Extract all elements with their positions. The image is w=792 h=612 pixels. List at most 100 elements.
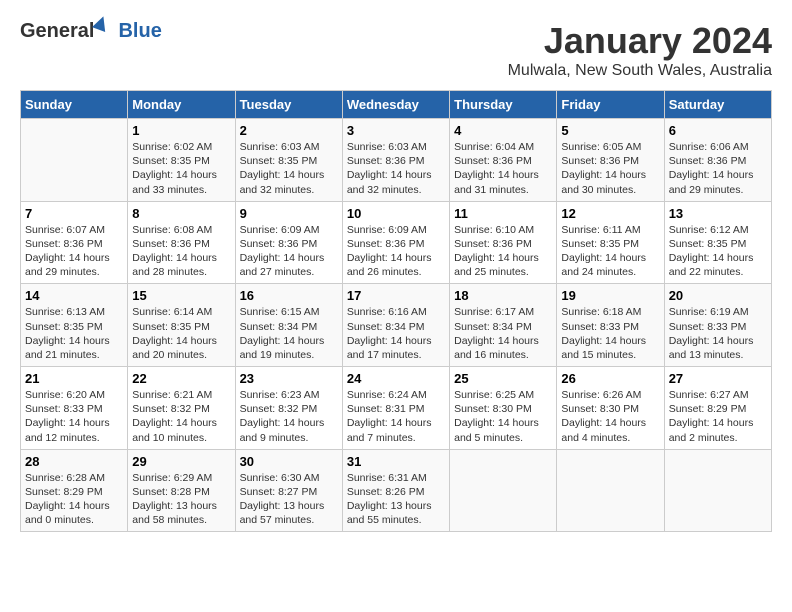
calendar-cell: 31Sunrise: 6:31 AM Sunset: 8:26 PM Dayli… — [342, 449, 449, 532]
day-info: Sunrise: 6:14 AM Sunset: 8:35 PM Dayligh… — [132, 305, 230, 362]
calendar-cell: 30Sunrise: 6:30 AM Sunset: 8:27 PM Dayli… — [235, 449, 342, 532]
calendar-cell: 14 Sunrise: 6:13 AM Sunset: 8:35 PM Dayli… — [21, 284, 128, 367]
day-info: Sunrise: 6:28 AM Sunset: 8:29 PM Dayligh… — [25, 471, 123, 528]
day-number: 11 — [454, 206, 552, 221]
calendar-cell: 13 Sunrise: 6:12 AM Sunset: 8:35 PM Dayli… — [664, 201, 771, 284]
calendar-cell: 16Sunrise: 6:15 AM Sunset: 8:34 PM Dayli… — [235, 284, 342, 367]
col-sunday: Sunday — [21, 91, 128, 119]
calendar-cell: 25 Sunrise: 6:25 AM Sunset: 8:30 PM Dayli… — [450, 367, 557, 450]
day-number: 13 — [669, 206, 767, 221]
calendar-cell: 22Sunrise: 6:21 AM Sunset: 8:32 PM Dayli… — [128, 367, 235, 450]
calendar-cell: 3 Sunrise: 6:03 AM Sunset: 8:36 PM Daylig… — [342, 119, 449, 202]
day-number: 9 — [240, 206, 338, 221]
day-number: 4 — [454, 123, 552, 138]
calendar-cell: 1 Sunrise: 6:02 AM Sunset: 8:35 PM Daylig… — [128, 119, 235, 202]
day-info: Sunrise: 6:26 AM Sunset: 8:30 PM Dayligh… — [561, 388, 659, 445]
calendar-cell: 23 Sunrise: 6:23 AM Sunset: 8:32 PM Dayli… — [235, 367, 342, 450]
day-info: Sunrise: 6:17 AM Sunset: 8:34 PM Dayligh… — [454, 305, 552, 362]
title-block: January 2024 Mulwala, New South Wales, A… — [508, 20, 772, 80]
col-friday: Friday — [557, 91, 664, 119]
calendar-week-row: 1 Sunrise: 6:02 AM Sunset: 8:35 PM Daylig… — [21, 119, 772, 202]
day-number: 1 — [132, 123, 230, 138]
day-number: 25 — [454, 371, 552, 386]
day-number: 21 — [25, 371, 123, 386]
calendar-cell: 26 Sunrise: 6:26 AM Sunset: 8:30 PM Dayli… — [557, 367, 664, 450]
day-info: Sunrise: 6:06 AM Sunset: 8:36 PM Dayligh… — [669, 140, 767, 197]
calendar-cell: 17 Sunrise: 6:16 AM Sunset: 8:34 PM Dayli… — [342, 284, 449, 367]
day-number: 22 — [132, 371, 230, 386]
calendar-cell: 4 Sunrise: 6:04 AM Sunset: 8:36 PM Daylig… — [450, 119, 557, 202]
day-number: 6 — [669, 123, 767, 138]
day-info: Sunrise: 6:29 AM Sunset: 8:28 PM Dayligh… — [132, 471, 230, 528]
day-info: Sunrise: 6:10 AM Sunset: 8:36 PM Dayligh… — [454, 223, 552, 280]
calendar-table: Sunday Monday Tuesday Wednesday Thursday… — [20, 90, 772, 532]
day-info: Sunrise: 6:20 AM Sunset: 8:33 PM Dayligh… — [25, 388, 123, 445]
col-monday: Monday — [128, 91, 235, 119]
calendar-cell: 21 Sunrise: 6:20 AM Sunset: 8:33 PM Dayli… — [21, 367, 128, 450]
day-info: Sunrise: 6:27 AM Sunset: 8:29 PM Dayligh… — [669, 388, 767, 445]
day-info: Sunrise: 6:19 AM Sunset: 8:33 PM Dayligh… — [669, 305, 767, 362]
day-number: 24 — [347, 371, 445, 386]
calendar-week-row: 7Sunrise: 6:07 AM Sunset: 8:36 PM Daylig… — [21, 201, 772, 284]
calendar-cell: 9 Sunrise: 6:09 AM Sunset: 8:36 PM Daylig… — [235, 201, 342, 284]
day-number: 10 — [347, 206, 445, 221]
logo: General Blue — [20, 20, 162, 43]
col-thursday: Thursday — [450, 91, 557, 119]
col-wednesday: Wednesday — [342, 91, 449, 119]
day-info: Sunrise: 6:13 AM Sunset: 8:35 PM Dayligh… — [25, 305, 123, 362]
day-info: Sunrise: 6:09 AM Sunset: 8:36 PM Dayligh… — [347, 223, 445, 280]
day-number: 27 — [669, 371, 767, 386]
day-number: 14 — [25, 288, 123, 303]
calendar-cell: 20 Sunrise: 6:19 AM Sunset: 8:33 PM Dayli… — [664, 284, 771, 367]
calendar-cell: 2Sunrise: 6:03 AM Sunset: 8:35 PM Daylig… — [235, 119, 342, 202]
day-info: Sunrise: 6:04 AM Sunset: 8:36 PM Dayligh… — [454, 140, 552, 197]
day-number: 18 — [454, 288, 552, 303]
day-number: 15 — [132, 288, 230, 303]
day-info: Sunrise: 6:31 AM Sunset: 8:26 PM Dayligh… — [347, 471, 445, 528]
calendar-week-row: 28 Sunrise: 6:28 AM Sunset: 8:29 PM Dayli… — [21, 449, 772, 532]
calendar-cell: 12Sunrise: 6:11 AM Sunset: 8:35 PM Dayli… — [557, 201, 664, 284]
day-number: 7 — [25, 206, 123, 221]
day-info: Sunrise: 6:23 AM Sunset: 8:32 PM Dayligh… — [240, 388, 338, 445]
day-number: 23 — [240, 371, 338, 386]
header-row: Sunday Monday Tuesday Wednesday Thursday… — [21, 91, 772, 119]
day-number: 17 — [347, 288, 445, 303]
day-number: 3 — [347, 123, 445, 138]
day-info: Sunrise: 6:08 AM Sunset: 8:36 PM Dayligh… — [132, 223, 230, 280]
day-number: 20 — [669, 288, 767, 303]
day-number: 19 — [561, 288, 659, 303]
page-header: General Blue January 2024 Mulwala, New S… — [20, 20, 772, 80]
day-info: Sunrise: 6:11 AM Sunset: 8:35 PM Dayligh… — [561, 223, 659, 280]
day-info: Sunrise: 6:09 AM Sunset: 8:36 PM Dayligh… — [240, 223, 338, 280]
calendar-cell: 6 Sunrise: 6:06 AM Sunset: 8:36 PM Daylig… — [664, 119, 771, 202]
day-info: Sunrise: 6:24 AM Sunset: 8:31 PM Dayligh… — [347, 388, 445, 445]
calendar-cell: 10 Sunrise: 6:09 AM Sunset: 8:36 PM Dayli… — [342, 201, 449, 284]
day-info: Sunrise: 6:18 AM Sunset: 8:33 PM Dayligh… — [561, 305, 659, 362]
day-info: Sunrise: 6:05 AM Sunset: 8:36 PM Dayligh… — [561, 140, 659, 197]
day-info: Sunrise: 6:12 AM Sunset: 8:35 PM Dayligh… — [669, 223, 767, 280]
calendar-cell: 19 Sunrise: 6:18 AM Sunset: 8:33 PM Dayli… — [557, 284, 664, 367]
day-number: 30 — [240, 454, 338, 469]
calendar-cell: 11 Sunrise: 6:10 AM Sunset: 8:36 PM Dayli… — [450, 201, 557, 284]
calendar-cell: 18 Sunrise: 6:17 AM Sunset: 8:34 PM Dayli… — [450, 284, 557, 367]
calendar-week-row: 21 Sunrise: 6:20 AM Sunset: 8:33 PM Dayli… — [21, 367, 772, 450]
calendar-title: January 2024 — [508, 20, 772, 62]
day-number: 28 — [25, 454, 123, 469]
calendar-cell: 24 Sunrise: 6:24 AM Sunset: 8:31 PM Dayli… — [342, 367, 449, 450]
calendar-cell — [557, 449, 664, 532]
day-number: 26 — [561, 371, 659, 386]
calendar-week-row: 14 Sunrise: 6:13 AM Sunset: 8:35 PM Dayli… — [21, 284, 772, 367]
day-info: Sunrise: 6:16 AM Sunset: 8:34 PM Dayligh… — [347, 305, 445, 362]
day-info: Sunrise: 6:03 AM Sunset: 8:36 PM Dayligh… — [347, 140, 445, 197]
calendar-cell — [664, 449, 771, 532]
day-info: Sunrise: 6:25 AM Sunset: 8:30 PM Dayligh… — [454, 388, 552, 445]
logo-blue: Blue — [118, 20, 161, 42]
col-saturday: Saturday — [664, 91, 771, 119]
day-number: 5 — [561, 123, 659, 138]
day-number: 2 — [240, 123, 338, 138]
day-info: Sunrise: 6:02 AM Sunset: 8:35 PM Dayligh… — [132, 140, 230, 197]
col-tuesday: Tuesday — [235, 91, 342, 119]
logo-triangle-icon — [93, 14, 111, 32]
calendar-cell — [450, 449, 557, 532]
calendar-body: 1 Sunrise: 6:02 AM Sunset: 8:35 PM Daylig… — [21, 119, 772, 532]
